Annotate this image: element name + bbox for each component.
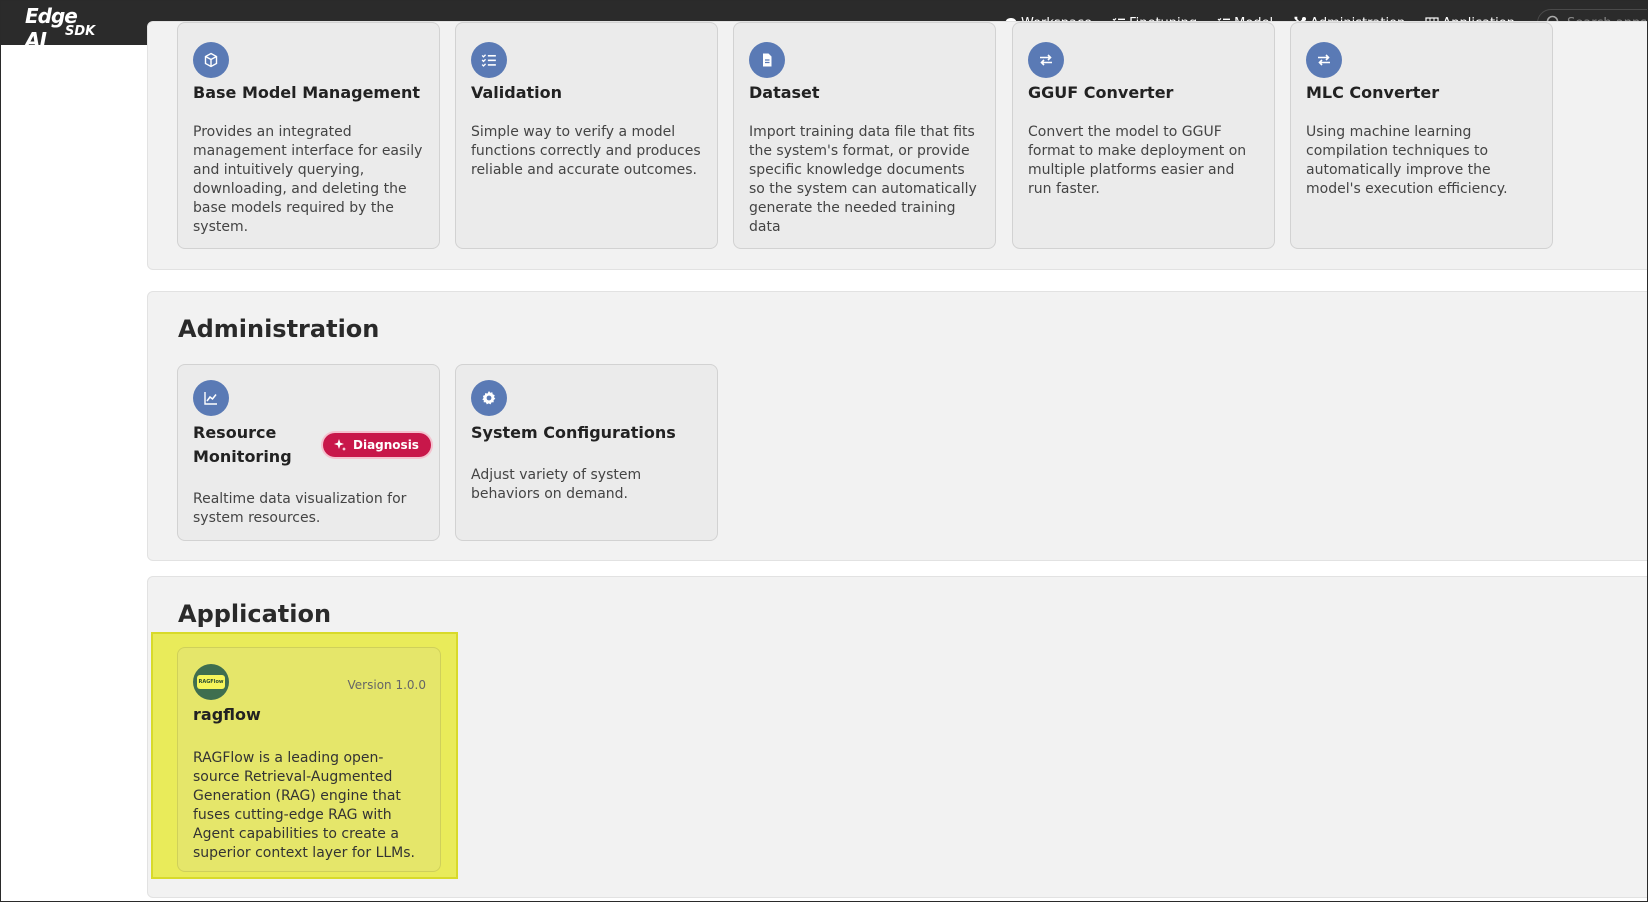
card-system-configurations[interactable]: System Configurations Adjust variety of … xyxy=(455,364,718,541)
card-title: Validation xyxy=(471,83,563,102)
card-title: System Configurations xyxy=(471,423,676,442)
chart-line-icon xyxy=(193,380,229,416)
brand-line2: SDK xyxy=(65,24,96,39)
badge-label: Diagnosis xyxy=(353,438,419,452)
app-card-ragflow[interactable]: RAGFlow Version 1.0.0 ragflow RAGFlow is… xyxy=(177,647,441,872)
swap-icon xyxy=(1306,42,1342,78)
card-resource-monitoring[interactable]: Resource Monitoring Diagnosis Realtime d… xyxy=(177,364,440,541)
app-frame: Edge AI SDK Workspace Finetuning Model A… xyxy=(0,0,1648,902)
brand-logo[interactable]: Edge AI SDK xyxy=(25,4,99,52)
card-title: GGUF Converter xyxy=(1028,83,1174,102)
app-name: ragflow xyxy=(193,705,261,724)
card-title: MLC Converter xyxy=(1306,83,1440,102)
card-desc: Import training data file that fits the … xyxy=(749,124,977,235)
card-desc: Provides an integrated management interf… xyxy=(193,124,423,235)
administration-section: Administration Resource Monitoring Diagn… xyxy=(147,291,1647,561)
card-title: Dataset xyxy=(749,83,820,102)
card-desc: Using machine learning compilation techn… xyxy=(1306,124,1508,197)
cube-icon xyxy=(193,42,229,78)
card-base-model-management[interactable]: Base Model Management Provides an integr… xyxy=(177,22,440,249)
card-gguf-converter[interactable]: GGUF Converter Convert the model to GGUF… xyxy=(1012,22,1275,249)
card-title: Base Model Management xyxy=(193,83,420,102)
diagnosis-badge[interactable]: Diagnosis xyxy=(323,433,431,457)
card-desc: Realtime data visualization for system r… xyxy=(193,491,407,526)
ragflow-logo-text: RAGFlow xyxy=(197,675,225,689)
card-dataset[interactable]: Dataset Import training data file that f… xyxy=(733,22,996,249)
section-title: Administration xyxy=(178,315,380,343)
gear-icon xyxy=(471,380,507,416)
checklist-icon xyxy=(471,42,507,78)
card-desc: Simple way to verify a model functions c… xyxy=(471,124,701,178)
document-icon xyxy=(749,42,785,78)
ragflow-logo: RAGFlow xyxy=(193,664,229,700)
swap-icon xyxy=(1028,42,1064,78)
card-mlc-converter[interactable]: MLC Converter Using machine learning com… xyxy=(1290,22,1553,249)
card-desc: Adjust variety of system behaviors on de… xyxy=(471,467,642,502)
card-title: Resource Monitoring xyxy=(193,423,292,466)
card-desc: Convert the model to GGUF format to make… xyxy=(1028,124,1247,197)
app-desc: RAGFlow is a leading open-source Retriev… xyxy=(193,750,415,861)
model-section: Base Model Management Provides an integr… xyxy=(147,21,1647,270)
app-version: Version 1.0.0 xyxy=(347,678,426,692)
sparkle-icon xyxy=(334,439,346,451)
section-title: Application xyxy=(178,600,332,628)
card-validation[interactable]: Validation Simple way to verify a model … xyxy=(455,22,718,249)
